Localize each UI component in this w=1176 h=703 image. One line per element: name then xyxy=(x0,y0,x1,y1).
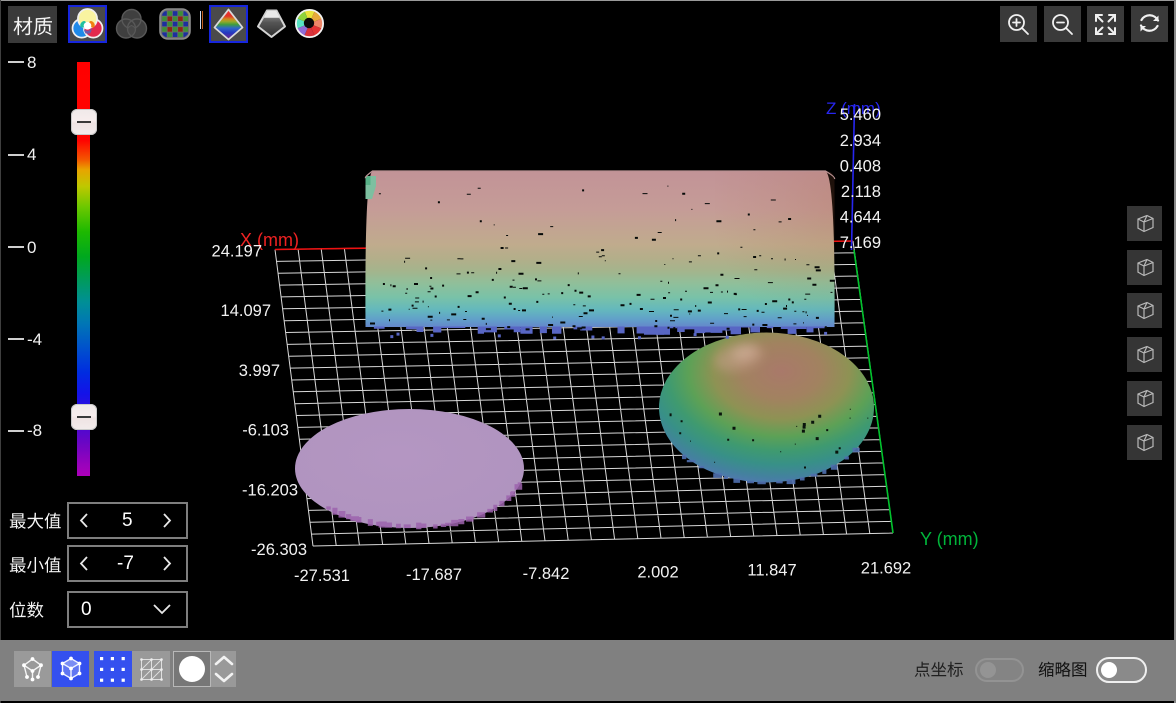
svg-text:-7.842: -7.842 xyxy=(523,565,570,583)
svg-text:14.097: 14.097 xyxy=(221,302,271,320)
svg-text:5.460: 5.460 xyxy=(840,106,881,124)
svg-text:-16.203: -16.203 xyxy=(242,481,298,499)
svg-text:-27.531: -27.531 xyxy=(294,567,350,585)
svg-text:2.934: 2.934 xyxy=(840,132,881,150)
svg-text:-26.303: -26.303 xyxy=(251,541,307,559)
svg-text:7.169: 7.169 xyxy=(840,234,881,252)
svg-text:2.118: 2.118 xyxy=(841,183,881,201)
svg-text:3.997: 3.997 xyxy=(239,362,280,380)
svg-text:0.408: 0.408 xyxy=(840,157,881,175)
svg-text:24.197: 24.197 xyxy=(212,243,262,261)
svg-text:-17.687: -17.687 xyxy=(406,566,462,584)
svg-text:Y (mm): Y (mm) xyxy=(920,529,979,549)
svg-text:11.847: 11.847 xyxy=(747,562,796,580)
svg-text:2.002: 2.002 xyxy=(637,564,678,582)
svg-text:4.644: 4.644 xyxy=(840,209,881,227)
svg-text:21.692: 21.692 xyxy=(861,560,911,578)
svg-text:-6.103: -6.103 xyxy=(242,422,289,440)
